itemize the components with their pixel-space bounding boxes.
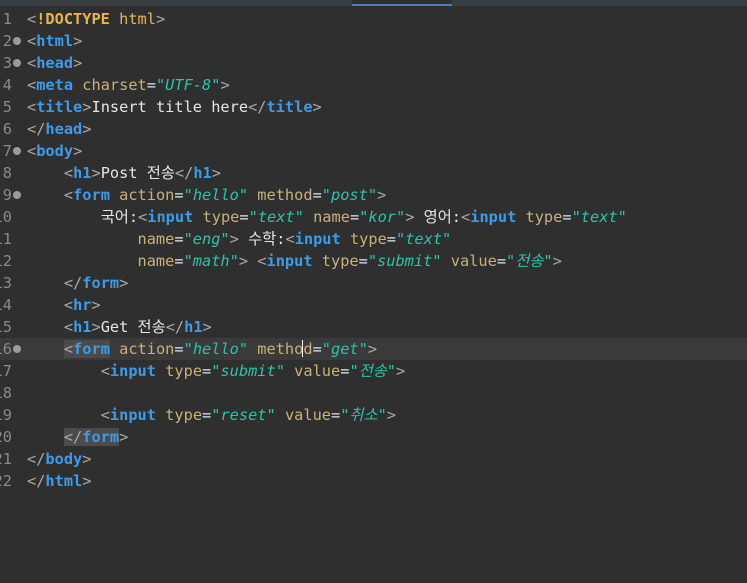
code-line: 14 <hr>: [0, 296, 101, 314]
code-line: 6 </head>: [2, 120, 92, 138]
editor-tab-strip[interactable]: [0, 0, 747, 6]
code-line: 12 name="math"> <input type="submit" val…: [0, 252, 562, 270]
active-editor-tab[interactable]: [352, 0, 452, 6]
code-line: 2 <html>: [2, 32, 83, 50]
code-line: 21 </body>: [0, 450, 92, 468]
code-line: 1 <!DOCTYPE html>: [2, 10, 166, 28]
code-line: 9 <form action="hello" method="post">: [2, 186, 387, 204]
code-line: 17 <input type="submit" value="전송">: [0, 362, 406, 380]
code-line: 7 <body>: [2, 142, 83, 160]
fold-toggle-icon[interactable]: [13, 59, 21, 67]
code-line: 13 </form>: [0, 274, 129, 292]
code-line: 4 <meta charset="UTF-8">: [2, 76, 230, 94]
code-line: 10 국어:<input type="text" name="kor"> 영어:…: [0, 208, 627, 226]
code-line: 20 </form>: [0, 428, 129, 446]
code-editor[interactable]: 1 <!DOCTYPE html> 2 <html> 3 <head> 4 <m…: [0, 8, 747, 583]
code-line: 5 <title>Insert title here</title>: [2, 98, 322, 116]
code-line: 15 <h1>Get 전송</h1>: [0, 318, 212, 336]
code-line: 8 <h1>Post 전송</h1>: [2, 164, 221, 182]
fold-toggle-icon[interactable]: [13, 147, 21, 155]
code-line-current: 16 <form action="hello" method="get">: [0, 338, 747, 360]
code-line: 18: [0, 384, 12, 402]
fold-toggle-icon[interactable]: [13, 345, 21, 353]
fold-toggle-icon[interactable]: [13, 191, 21, 199]
fold-toggle-icon[interactable]: [13, 37, 21, 45]
code-line: 19 <input type="reset" value="취소">: [0, 406, 397, 424]
code-line: 3 <head>: [2, 54, 83, 72]
code-line: 11 name="eng"> 수학:<input type="text": [0, 230, 452, 248]
code-line: 22 </html>: [0, 472, 92, 490]
